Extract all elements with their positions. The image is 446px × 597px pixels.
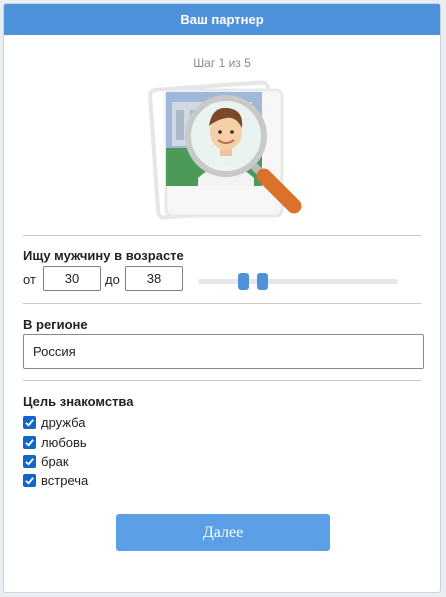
goal-option-label: брак — [41, 454, 69, 469]
age-slider-max-handle[interactable] — [257, 273, 268, 290]
age-to-label: до — [105, 272, 120, 287]
goal-option-love[interactable]: любовь — [23, 434, 87, 451]
age-from-label: от — [23, 272, 36, 287]
age-from-input[interactable]: 30 — [43, 266, 101, 291]
step-indicator: Шаг 1 из 5 — [193, 56, 251, 70]
partner-search-magnifier-icon — [148, 80, 302, 220]
checkbox-checked-icon[interactable] — [23, 474, 36, 487]
goal-option-friendship[interactable]: дружба — [23, 414, 86, 431]
goal-option-marriage[interactable]: брак — [23, 453, 69, 470]
next-button[interactable]: Далее — [116, 514, 330, 551]
goal-option-meeting[interactable]: встреча — [23, 472, 88, 489]
checkbox-checked-icon[interactable] — [23, 436, 36, 449]
age-slider-min-handle[interactable] — [238, 273, 249, 290]
checkbox-checked-icon[interactable] — [23, 455, 36, 468]
age-to-input[interactable]: 38 — [125, 266, 183, 291]
goal-option-label: дружба — [41, 415, 86, 430]
age-range-slider[interactable] — [198, 273, 398, 290]
checkbox-checked-icon[interactable] — [23, 416, 36, 429]
dialog-header: Ваш партнер — [4, 4, 440, 35]
age-label: Ищу мужчину в возрасте — [23, 248, 184, 263]
divider — [23, 303, 421, 304]
divider — [23, 235, 421, 236]
partner-dialog: Ваш партнер Шаг 1 из 5 Ищу мужчину в воз… — [3, 3, 441, 593]
goal-label: Цель знакомства — [23, 394, 134, 409]
region-field[interactable]: Россия — [23, 334, 424, 369]
region-label: В регионе — [23, 317, 88, 332]
goal-option-label: любовь — [41, 435, 87, 450]
divider — [23, 380, 421, 381]
goal-option-label: встреча — [41, 473, 89, 488]
age-range-row: от 30 до 38 — [23, 266, 423, 293]
